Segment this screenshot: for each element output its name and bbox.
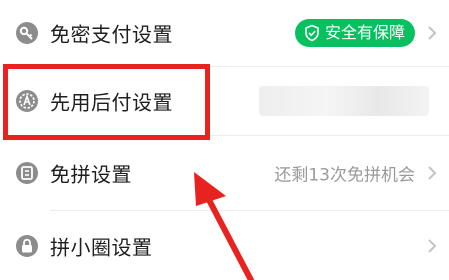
settings-item-label: 拼小圈设置 — [50, 235, 153, 259]
chevron-right-icon — [428, 166, 437, 180]
chevron-right-icon — [428, 238, 437, 253]
lock-icon — [16, 234, 38, 257]
settings-item-label: 免密支付设置 — [50, 22, 173, 47]
coupon-icon — [16, 162, 38, 184]
settings-item-value: 还剩13次免拼机会 — [274, 165, 415, 186]
settings-item-pin-circle[interactable]: 拼小圈设置 — [0, 211, 449, 280]
chevron-right-icon — [428, 26, 437, 40]
highlight-box — [3, 64, 210, 140]
key-icon — [16, 22, 38, 44]
security-badge: 安全有保障 — [294, 19, 415, 47]
blurred-value — [259, 86, 429, 116]
settings-list: 免密支付设置 安全有保障 先用后付设置 免拼设置 还剩13次免拼机会 拼小圈设置 — [0, 0, 449, 280]
security-badge-text: 安全有保障 — [324, 23, 405, 42]
settings-item-free-group[interactable]: 免拼设置 还剩13次免拼机会 — [0, 136, 449, 210]
settings-item-label: 免拼设置 — [50, 162, 132, 187]
shield-check-icon — [305, 24, 319, 42]
settings-item-password-free-payment[interactable]: 免密支付设置 安全有保障 — [0, 0, 449, 66]
